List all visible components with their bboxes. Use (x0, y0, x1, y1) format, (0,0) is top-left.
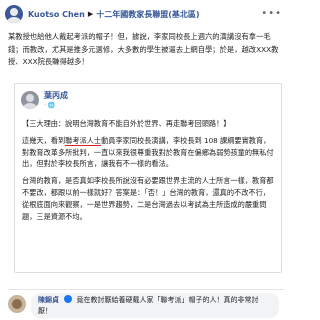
caret-right-icon: ▶ (87, 10, 94, 18)
post-author-line: Kuotso Chen ▶ 十二年國教家長聯盟(基北區) (28, 9, 200, 20)
highlighted-phrase: 聯考派人士 (65, 135, 102, 146)
shared-author-avatar[interactable] (21, 90, 39, 109)
shared-paragraph-2-text: 這幾天，看到聯考派人士動員李家同校長演講，李校長到 108 課綱要實教育，對教育… (22, 135, 274, 169)
shared-post-meta: · 🌐 (44, 102, 56, 109)
comment-item: 陳錦貞 竟在教討厭給養硬戴人家「聯考派」帽子的人！真的非常討厭！ (8, 293, 284, 318)
shared-author-meta: 葉丙成 · 🌐 (44, 90, 68, 109)
post-target-group[interactable]: 十二年國教家長聯盟(基北區) (96, 9, 199, 20)
mention-badge-icon (64, 295, 73, 303)
shared-paragraph-3: 台灣的教育，是否真如李校長所說沒有必要跟世界主流的人士所言一樣，教育都不要改，都… (22, 176, 274, 221)
shared-post-header: 葉丙成 · 🌐 (21, 90, 68, 109)
post-body-text: 某教授也給他人戴起考派的帽子！但，據說，李家同校長上週六的演講沒有拿一毛錢；而教… (8, 32, 279, 66)
post-header: Kuotso Chen ▶ 十二年國教家長聯盟(基北區) ••• (0, 0, 290, 28)
shared-post-card[interactable]: 葉丙成 · 🌐 【三大理由：說明台灣教育不能自外於世界、再走聯考回頭路！】 這幾… (14, 83, 282, 273)
author-avatar[interactable] (5, 5, 23, 23)
more-dots-icon[interactable]: ••• (261, 8, 282, 19)
comment-bubble: 陳錦貞 竟在教討厭給養硬戴人家「聯考派」帽子的人！真的非常討厭！ (31, 293, 279, 318)
reaction-divider (8, 278, 284, 290)
post-author-name[interactable]: Kuotso Chen (28, 10, 85, 19)
comment-author[interactable]: 陳錦貞 (38, 296, 59, 304)
shared-author-name[interactable]: 葉丙成 (44, 90, 68, 101)
shared-post-body: 【三大理由：說明台灣教育不能自外於世界、再走聯考回頭路！】 這幾天，看到聯考派人… (22, 118, 276, 227)
shared-paragraph-2: 這幾天，看到聯考派人士動員李家同校長演講，李校長到 108 課綱要實教育，對教育… (22, 135, 276, 170)
commenter-avatar[interactable] (8, 295, 26, 313)
shared-paragraph-1: 【三大理由：說明台灣教育不能自外於世界、再走聯考回頭路！】 (22, 119, 231, 128)
